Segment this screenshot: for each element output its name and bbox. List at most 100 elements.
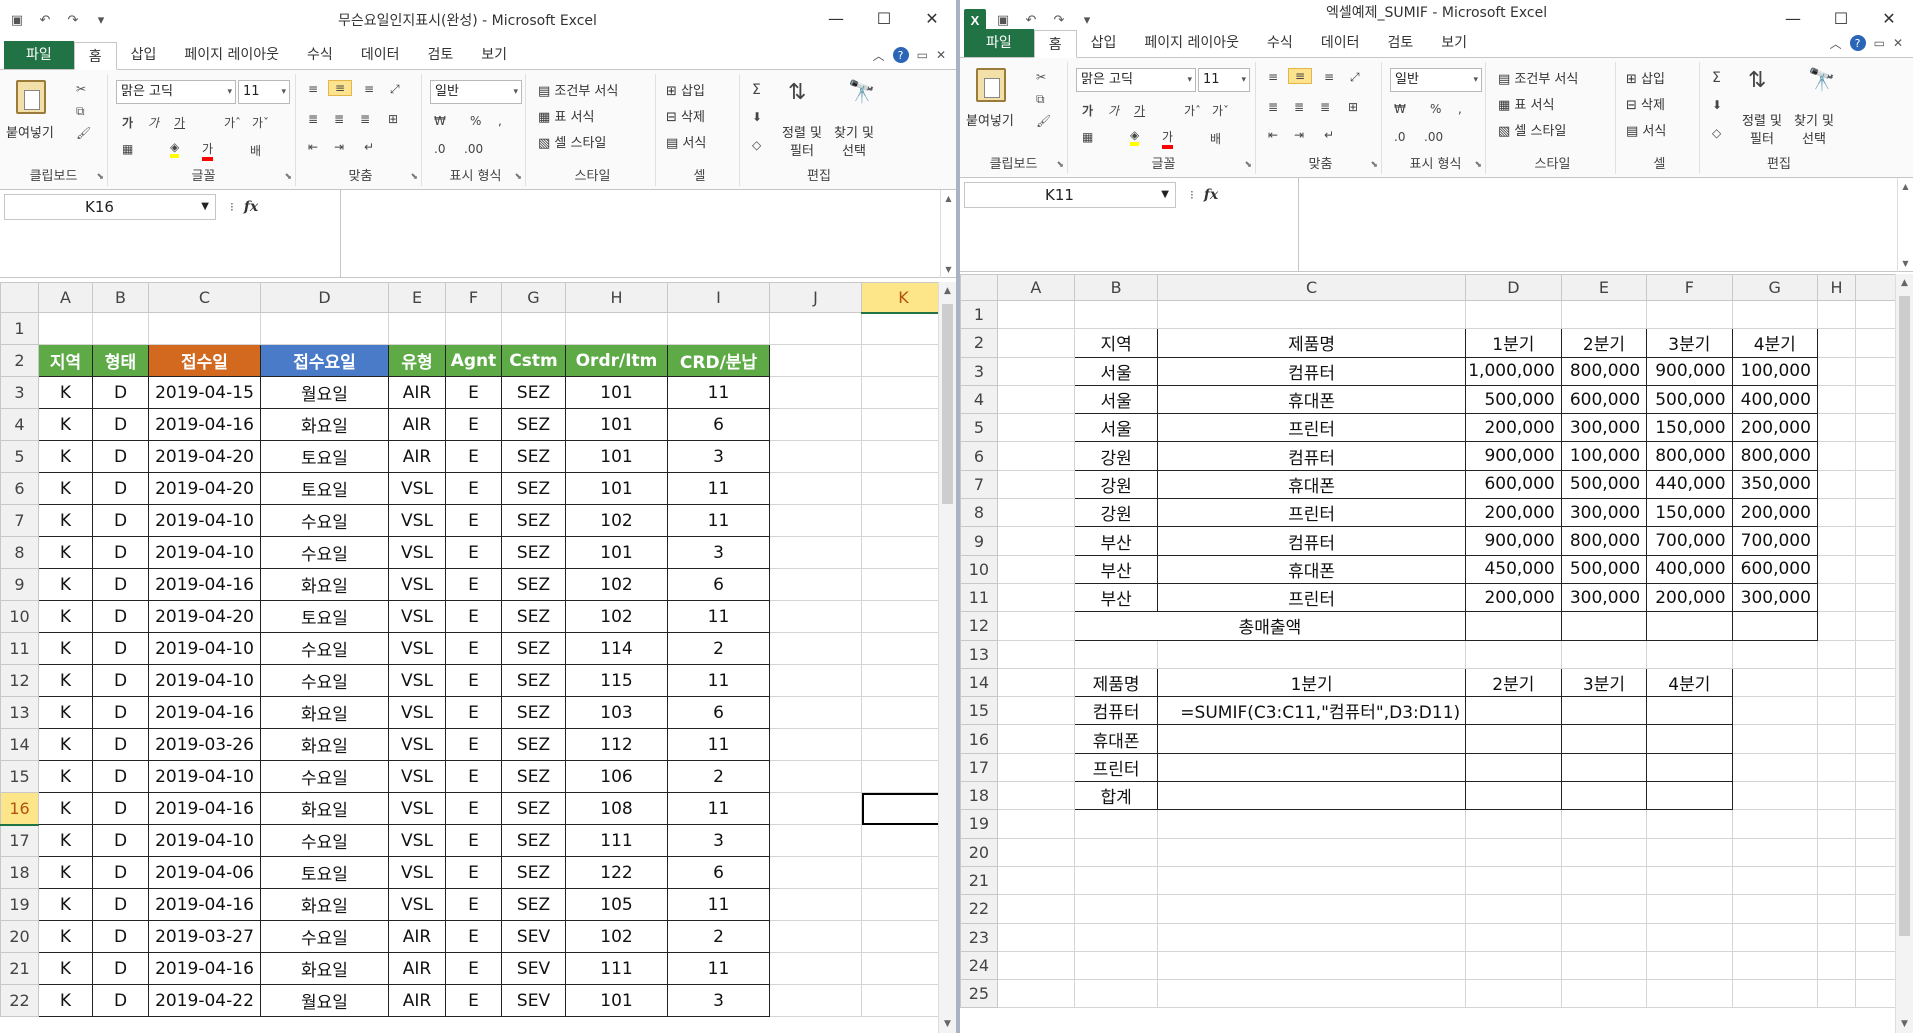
cell[interactable] <box>1464 922 1562 952</box>
summary-cell[interactable] <box>1646 752 1733 783</box>
row-header-12[interactable]: 12 <box>960 611 998 641</box>
data-cell[interactable]: 2019-04-10 <box>148 760 261 793</box>
data-cell[interactable]: K <box>38 760 93 793</box>
data-cell[interactable]: 11 <box>667 952 770 985</box>
summary-header-cell[interactable]: 3분기 <box>1560 667 1648 698</box>
cell[interactable] <box>996 837 1075 867</box>
name-box[interactable]: K11 ▼ <box>964 182 1176 208</box>
region-cell[interactable]: 강원 <box>1073 469 1159 500</box>
data-cell[interactable]: 수요일 <box>260 664 389 697</box>
data-cell[interactable]: SEZ <box>501 856 566 889</box>
data-cell[interactable]: 2019-04-10 <box>148 632 261 665</box>
column-header-E[interactable]: E <box>388 282 446 313</box>
cell[interactable] <box>1646 809 1733 839</box>
value-cell[interactable]: 600,000 <box>1560 384 1648 415</box>
cell[interactable] <box>1816 582 1857 613</box>
decrease-indent-icon[interactable]: ⇤ <box>308 140 318 154</box>
data-cell[interactable]: 2019-04-16 <box>148 696 261 729</box>
cell[interactable] <box>1731 950 1818 981</box>
cell[interactable] <box>1731 639 1818 669</box>
cell[interactable] <box>861 632 946 665</box>
sort-filter-label[interactable]: 정렬 및 <box>1742 110 1782 129</box>
cell[interactable] <box>388 312 446 345</box>
product-cell[interactable]: 휴대폰 <box>1157 384 1466 415</box>
header-cell[interactable]: 접수일 <box>148 344 261 377</box>
cell[interactable] <box>861 760 946 793</box>
data-cell[interactable]: D <box>92 472 149 505</box>
cell[interactable] <box>1464 979 1562 1009</box>
data-cell[interactable]: D <box>92 440 149 473</box>
cell[interactable] <box>1731 922 1818 952</box>
scroll-down-icon[interactable]: ▼ <box>939 1015 956 1033</box>
data-cell[interactable]: 102 <box>565 600 668 633</box>
insert-cells-button[interactable]: ⊞ 삽입 <box>1626 68 1665 87</box>
data-cell[interactable]: 11 <box>667 728 770 761</box>
font-size-dropdown[interactable]: 11 ▾ <box>1198 68 1250 92</box>
cell[interactable] <box>861 728 946 761</box>
data-cell[interactable]: K <box>38 792 93 825</box>
cell[interactable] <box>1816 752 1857 783</box>
align-center-icon[interactable]: ≣ <box>334 112 344 126</box>
cell[interactable] <box>1816 299 1857 330</box>
data-cell[interactable]: VSL <box>388 568 446 601</box>
data-cell[interactable]: 2019-03-27 <box>148 920 261 953</box>
vertical-scrollbar[interactable]: ▲ ▼ <box>1895 274 1913 1033</box>
cell[interactable] <box>996 809 1075 839</box>
header-cell[interactable]: 유형 <box>388 344 446 377</box>
redo-icon[interactable]: ↷ <box>62 9 84 31</box>
fill-icon[interactable]: ⬇ <box>752 110 762 124</box>
cell[interactable] <box>1731 865 1818 896</box>
value-cell[interactable]: 800,000 <box>1731 441 1818 471</box>
cell[interactable] <box>861 536 946 569</box>
column-header-F[interactable]: F <box>1646 274 1733 301</box>
data-cell[interactable]: 11 <box>667 792 770 825</box>
cell[interactable] <box>1731 979 1818 1009</box>
row-header-10[interactable]: 10 <box>960 554 998 584</box>
data-cell[interactable]: 11 <box>667 664 770 697</box>
data-cell[interactable]: 토요일 <box>260 600 389 633</box>
formula-input[interactable] <box>1298 178 1897 271</box>
data-cell[interactable]: E <box>445 888 502 921</box>
column-header-H[interactable]: H <box>1816 274 1857 301</box>
cell[interactable] <box>1816 894 1857 924</box>
close-workbook-icon[interactable]: ✕ <box>936 48 946 62</box>
cell[interactable] <box>996 356 1075 386</box>
total-cell[interactable] <box>1646 611 1733 641</box>
data-cell[interactable]: E <box>445 472 502 505</box>
data-cell[interactable]: K <box>38 472 93 505</box>
data-cell[interactable]: AIR <box>388 952 446 985</box>
data-cell[interactable]: D <box>92 504 149 537</box>
cell[interactable] <box>769 344 862 377</box>
cell[interactable] <box>1157 639 1466 669</box>
value-cell[interactable]: 500,000 <box>1560 469 1648 500</box>
column-header-A[interactable]: A <box>996 274 1075 301</box>
data-cell[interactable]: 105 <box>565 888 668 921</box>
data-cell[interactable]: D <box>92 728 149 761</box>
value-cell[interactable]: 200,000 <box>1464 498 1562 528</box>
data-cell[interactable]: 화요일 <box>260 728 389 761</box>
formula-scroll[interactable]: ▲ ▼ <box>940 190 956 278</box>
cell[interactable] <box>769 664 862 697</box>
decrease-decimal-icon[interactable]: .00 <box>1424 130 1443 144</box>
data-cell[interactable]: VSL <box>388 728 446 761</box>
row-header-17[interactable]: 17 <box>960 752 998 783</box>
data-cell[interactable]: K <box>38 600 93 633</box>
data-cell[interactable]: VSL <box>388 472 446 505</box>
underline-icon[interactable]: 가 <box>1134 102 1145 119</box>
maximize-icon[interactable]: ☐ <box>860 0 908 36</box>
cell[interactable] <box>1560 865 1648 896</box>
cell[interactable] <box>1816 950 1857 981</box>
cell[interactable] <box>996 667 1075 698</box>
value-cell[interactable]: 200,000 <box>1646 582 1733 613</box>
data-cell[interactable]: D <box>92 568 149 601</box>
data-cell[interactable]: SEZ <box>501 888 566 921</box>
data-cell[interactable]: VSL <box>388 632 446 665</box>
tab-file[interactable]: 파일 <box>4 41 74 69</box>
tab-file[interactable]: 파일 <box>964 29 1034 57</box>
cell[interactable] <box>996 582 1075 613</box>
summary-product-cell[interactable]: 합계 <box>1073 781 1159 811</box>
data-cell[interactable]: D <box>92 952 149 985</box>
percent-icon[interactable]: % <box>1430 102 1441 116</box>
cell[interactable] <box>769 920 862 953</box>
summary-cell[interactable] <box>1646 696 1733 726</box>
